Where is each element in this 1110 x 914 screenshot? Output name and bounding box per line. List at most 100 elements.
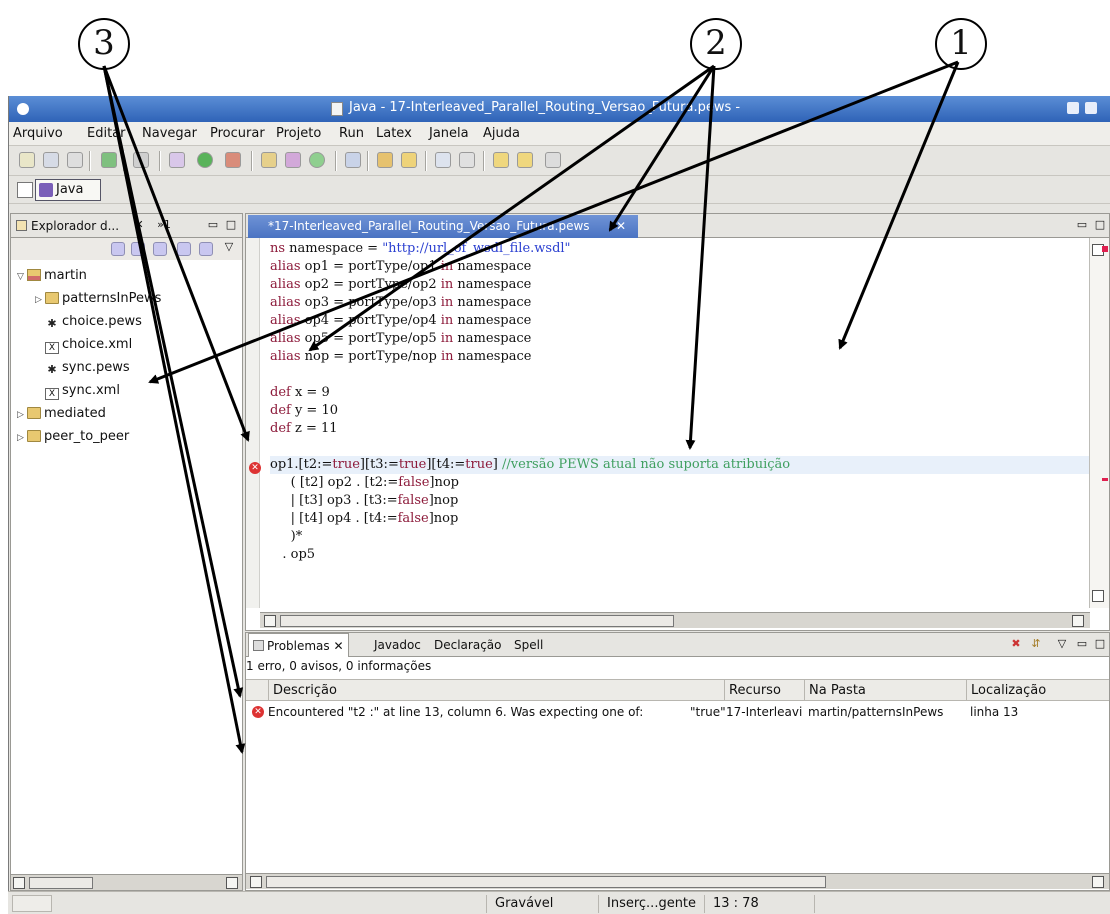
run-latex-icon[interactable] <box>101 152 117 168</box>
code-line[interactable]: op1.[t2:=true][t3:=true][t4:=true] //ver… <box>270 456 1090 474</box>
tab-problemas[interactable]: Problemas ✕ <box>248 633 349 657</box>
error-marker-icon[interactable]: ✕ <box>249 462 261 474</box>
scroll-down-arrow[interactable] <box>1092 590 1104 602</box>
open-type-icon[interactable] <box>345 152 361 168</box>
tree-item[interactable]: Xchoice.xml <box>35 335 132 355</box>
back-icon[interactable] <box>111 242 125 256</box>
expand-toggle-icon[interactable]: ▷ <box>17 428 27 448</box>
close-icon[interactable]: ✕ <box>133 219 145 231</box>
new-class-icon[interactable] <box>309 152 325 168</box>
link-with-editor-icon[interactable] <box>199 242 213 256</box>
tab-declaracao[interactable]: Declaração <box>430 633 506 657</box>
menu-ajuda[interactable]: Ajuda <box>483 126 520 141</box>
minimize-icon[interactable] <box>1067 102 1079 114</box>
new-icon[interactable] <box>19 152 35 168</box>
code-line[interactable]: alias op3 = portType/op3 in namespace <box>270 294 1090 312</box>
tree-item[interactable]: ✱ choice.pews <box>35 312 142 332</box>
code-line[interactable]: alias op1 = portType/op1 in namespace <box>270 258 1090 276</box>
code-line[interactable]: alias nop = portType/nop in namespace <box>270 348 1090 366</box>
code-line[interactable]: | [t4] op4 . [t4:=false]nop <box>270 510 1090 528</box>
menu-run[interactable]: Run <box>339 126 364 141</box>
code-line[interactable]: def y = 10 <box>270 402 1090 420</box>
tree-item[interactable]: ▷ patternsInPews <box>35 289 161 309</box>
scroll-left-arrow[interactable] <box>264 615 276 627</box>
menu-navegar[interactable]: Navegar <box>142 126 197 141</box>
editor-horizontal-scrollbar[interactable] <box>260 612 1090 628</box>
filter-icon[interactable]: ⇵ <box>1030 638 1042 650</box>
print-icon[interactable] <box>67 152 83 168</box>
tree-item[interactable]: Xsync.xml <box>35 381 120 401</box>
minimize-icon[interactable]: ▭ <box>1076 638 1088 650</box>
maximize-icon[interactable]: □ <box>225 219 237 231</box>
menu-janela[interactable]: Janela <box>429 126 469 141</box>
save-icon[interactable] <box>43 152 59 168</box>
problems-horizontal-scrollbar[interactable] <box>246 873 1109 889</box>
overflow-tabs[interactable]: »1 <box>153 219 175 231</box>
collapse-all-icon[interactable] <box>177 242 191 256</box>
code-line[interactable]: def z = 11 <box>270 420 1090 438</box>
open-folder-icon[interactable] <box>377 152 393 168</box>
code-line[interactable]: . op5 <box>270 546 1090 564</box>
java-perspective-button[interactable]: Java <box>35 179 101 201</box>
fast-view-icon[interactable] <box>12 895 52 912</box>
scroll-thumb[interactable] <box>29 877 93 889</box>
code-line[interactable]: def x = 9 <box>270 384 1090 402</box>
tab-spell[interactable]: Spell <box>510 633 547 657</box>
column-descricao[interactable]: Descrição <box>268 680 724 701</box>
code-line[interactable]: ( [t2] op2 . [t2:=false]nop <box>270 474 1090 492</box>
last-edit-icon[interactable] <box>493 152 509 168</box>
view-menu-icon[interactable]: ▽ <box>223 241 235 253</box>
explorer-tab[interactable]: Explorador d... ✕ »1 ▭ □ <box>11 214 242 238</box>
column-recurso[interactable]: Recurso <box>724 680 804 701</box>
settings-icon[interactable] <box>133 152 149 168</box>
column-na-pasta[interactable]: Na Pasta <box>804 680 966 701</box>
code-line[interactable]: )* <box>270 528 1090 546</box>
scroll-left-arrow[interactable] <box>250 876 262 888</box>
error-overview-icon[interactable] <box>1102 246 1108 252</box>
explorer-horizontal-scrollbar[interactable] <box>11 874 242 890</box>
tree-item[interactable]: ✱ sync.pews <box>35 358 129 378</box>
code-line[interactable] <box>270 438 1090 456</box>
search-icon[interactable] <box>435 152 451 168</box>
close-icon[interactable]: ✕ <box>334 639 344 653</box>
maximize-icon[interactable] <box>1085 102 1097 114</box>
new-package-icon[interactable] <box>285 152 301 168</box>
view-menu-icon[interactable]: ▽ <box>1056 638 1068 650</box>
tree-item[interactable]: ▷ mediated <box>17 404 106 424</box>
close-icon[interactable]: ✕ <box>616 215 630 237</box>
new-java-project-icon[interactable] <box>261 152 277 168</box>
debug-icon[interactable] <box>169 152 185 168</box>
editor-tab[interactable]: *17-Interleaved_Parallel_Routing_Versao_… <box>248 215 638 238</box>
up-icon[interactable] <box>153 242 167 256</box>
expand-toggle-icon[interactable]: ▽ <box>17 267 27 287</box>
table-row[interactable]: ✕ Encountered "t2 :" at line 13, column … <box>246 703 1109 723</box>
scroll-thumb[interactable] <box>280 615 674 627</box>
scroll-left-arrow[interactable] <box>13 877 25 889</box>
scroll-right-arrow[interactable] <box>1072 615 1084 627</box>
back-icon[interactable] <box>517 152 533 168</box>
tree-item[interactable]: ▽ martin <box>17 266 87 286</box>
menu-arquivo[interactable]: Arquivo <box>13 126 63 141</box>
forward-icon[interactable] <box>545 152 561 168</box>
tree-item[interactable]: ▷ peer_to_peer <box>17 427 129 447</box>
code-line[interactable]: alias op4 = portType/op4 in namespace <box>270 312 1090 330</box>
menu-editar[interactable]: Editar <box>87 126 126 141</box>
menu-latex[interactable]: Latex <box>376 126 412 141</box>
expand-toggle-icon[interactable]: ▷ <box>17 405 27 425</box>
code-area[interactable]: ns namespace = "http://url_of_wsdl_file.… <box>270 240 1090 564</box>
minimize-icon[interactable]: ▭ <box>1076 219 1088 231</box>
maximize-icon[interactable]: □ <box>1094 638 1106 650</box>
overview-ruler[interactable] <box>1089 238 1109 608</box>
forward-icon[interactable] <box>131 242 145 256</box>
column-localizacao[interactable]: Localização <box>966 680 1109 701</box>
code-line[interactable]: alias op5 = portType/op5 in namespace <box>270 330 1090 348</box>
run-icon[interactable] <box>197 152 213 168</box>
current-line-overview-icon[interactable] <box>1102 478 1108 481</box>
window-menu-icon[interactable] <box>17 103 29 115</box>
delete-icon[interactable]: ✖ <box>1010 638 1022 650</box>
open-perspective-icon[interactable] <box>17 182 33 198</box>
tab-javadoc[interactable]: Javadoc <box>370 633 425 657</box>
code-line[interactable] <box>270 366 1090 384</box>
pencil-icon[interactable] <box>401 152 417 168</box>
menu-procurar[interactable]: Procurar <box>210 126 265 141</box>
